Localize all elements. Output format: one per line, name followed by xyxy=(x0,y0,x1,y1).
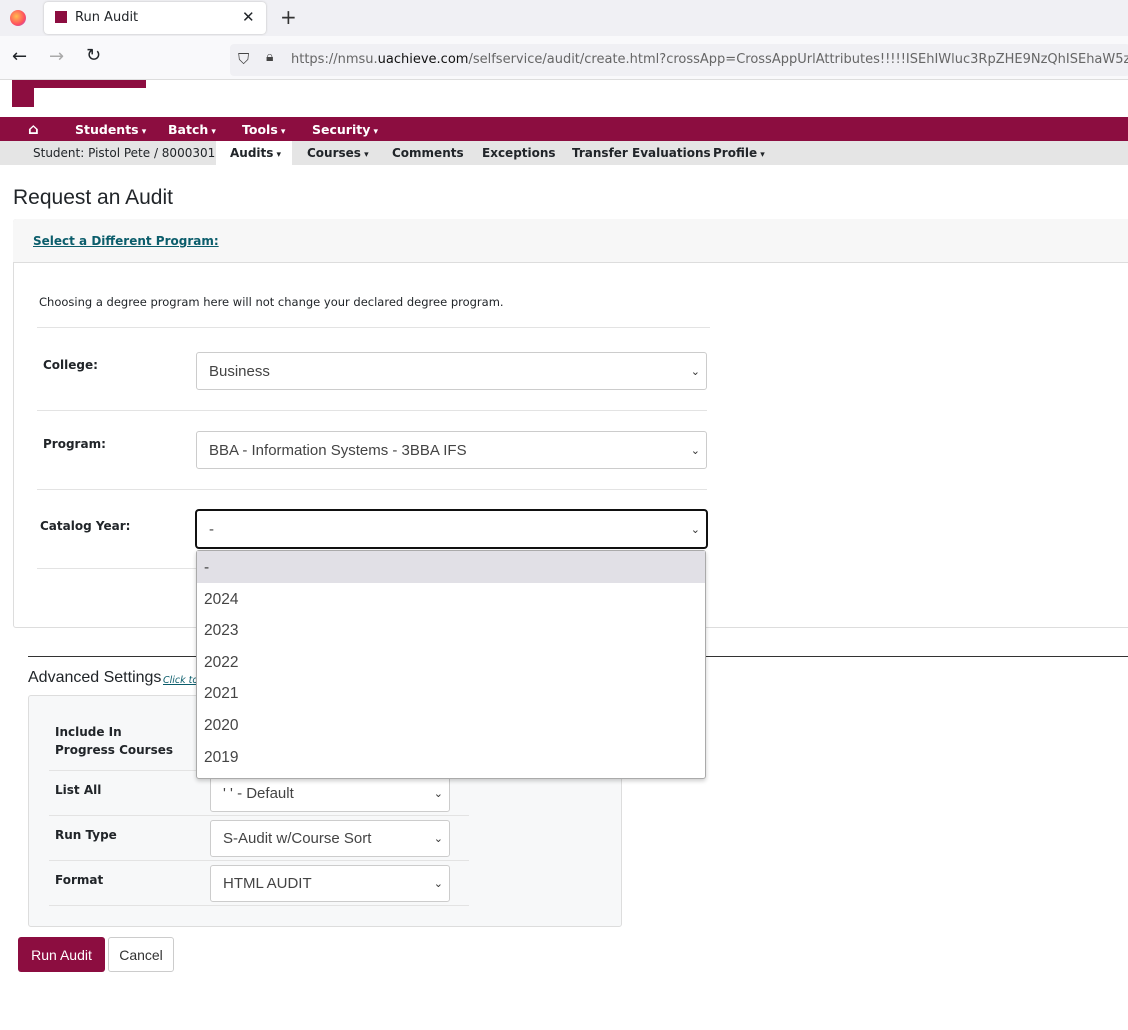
catalog-year-option[interactable]: 2022 xyxy=(197,646,705,678)
url-field[interactable]: ⛉ 🔒︎ https://nmsu.uachieve.com/selfservi… xyxy=(230,44,1128,76)
back-icon[interactable]: ← xyxy=(12,46,27,67)
page-title: Request an Audit xyxy=(13,186,173,209)
divider xyxy=(37,568,197,569)
chevron-down-icon: ⌄ xyxy=(433,833,443,845)
catalog-year-dropdown-list: - 2024 2023 2022 2021 2020 2019 xyxy=(196,550,706,779)
nav-batch[interactable]: Batch xyxy=(168,122,216,137)
catalog-year-option[interactable]: 2024 xyxy=(197,583,705,615)
select-program-link[interactable]: Select a Different Program: xyxy=(33,234,219,248)
catalog-year-value: - xyxy=(209,520,214,538)
run-type-value: S-Audit w/Course Sort xyxy=(223,830,372,847)
catalog-year-option[interactable]: 2023 xyxy=(197,614,705,646)
student-info: Student: Pistol Pete / 800030129 xyxy=(33,146,231,160)
format-value: HTML AUDIT xyxy=(223,875,312,892)
program-label: Program: xyxy=(43,437,106,451)
browser-tab-bar: Run Audit ✕ + xyxy=(0,0,1128,36)
chevron-down-icon: ⌄ xyxy=(433,878,443,890)
sub-nav: Student: Pistol Pete / 800030129 Audits … xyxy=(0,141,1128,165)
tab-profile[interactable]: Profile xyxy=(713,146,765,160)
include-in-progress-label: Include In Progress Courses xyxy=(55,725,174,757)
list-all-label: List All xyxy=(55,783,102,797)
catalog-year-option[interactable]: 2019 xyxy=(197,741,705,773)
divider xyxy=(37,489,707,490)
nmsu-logo-part xyxy=(12,80,34,107)
panel-header: Select a Different Program: xyxy=(13,219,1128,263)
site-favicon xyxy=(55,11,67,23)
catalog-year-select[interactable]: - ⌄ xyxy=(195,509,708,549)
list-all-value: ' ' - Default xyxy=(223,785,294,802)
home-icon[interactable]: ⌂ xyxy=(28,120,39,138)
chevron-down-icon: ⌄ xyxy=(690,523,700,536)
close-tab-icon[interactable]: ✕ xyxy=(242,8,255,26)
chevron-down-icon: ⌄ xyxy=(690,365,700,378)
url-domain: uachieve.com xyxy=(377,52,469,67)
run-type-label: Run Type xyxy=(55,828,117,842)
divider xyxy=(37,327,710,328)
format-label: Format xyxy=(55,873,104,887)
url-prefix: https://nmsu. xyxy=(291,52,378,67)
tab-exceptions[interactable]: Exceptions xyxy=(482,146,556,160)
program-select[interactable]: BBA - Information Systems - 3BBA IFS ⌄ xyxy=(196,431,707,469)
reload-icon[interactable]: ↻ xyxy=(86,45,101,66)
shield-icon: ⛉ xyxy=(238,50,250,68)
format-select[interactable]: HTML AUDIT ⌄ xyxy=(210,865,450,902)
new-tab-icon[interactable]: + xyxy=(280,5,297,29)
chevron-down-icon: ⌄ xyxy=(690,444,700,457)
program-value: BBA - Information Systems - 3BBA IFS xyxy=(209,441,467,459)
program-note: Choosing a degree program here will not … xyxy=(39,295,504,309)
run-type-select[interactable]: S-Audit w/Course Sort ⌄ xyxy=(210,820,450,857)
url-path: /selfservice/audit/create.html?crossApp=… xyxy=(468,52,1128,67)
tab-audits[interactable]: Audits xyxy=(230,146,281,160)
divider xyxy=(49,815,469,816)
tab-transfer-evaluations[interactable]: Transfer Evaluations xyxy=(572,146,711,160)
college-value: Business xyxy=(209,362,270,380)
chevron-down-icon: ⌄ xyxy=(433,788,443,800)
browser-tab[interactable]: Run Audit ✕ xyxy=(44,2,266,34)
advanced-settings-title: Advanced Settings xyxy=(28,669,162,686)
catalog-year-option[interactable]: 2021 xyxy=(197,677,705,709)
catalog-year-label: Catalog Year: xyxy=(40,519,131,533)
advanced-toggle-link[interactable]: Click to xyxy=(163,675,198,686)
main-nav: ⌂ Students Batch Tools Security xyxy=(0,117,1128,141)
list-all-select[interactable]: ' ' - Default ⌄ xyxy=(210,775,450,812)
college-label: College: xyxy=(43,358,98,372)
catalog-year-option[interactable]: - xyxy=(197,551,705,583)
tab-comments[interactable]: Comments xyxy=(392,146,464,160)
cancel-button[interactable]: Cancel xyxy=(108,937,174,972)
nav-tools[interactable]: Tools xyxy=(242,122,285,137)
run-audit-button[interactable]: Run Audit xyxy=(18,937,105,972)
tab-courses[interactable]: Courses xyxy=(307,146,369,160)
catalog-year-option[interactable]: 2020 xyxy=(197,709,705,741)
divider xyxy=(37,410,707,411)
nav-security[interactable]: Security xyxy=(312,122,378,137)
lock-icon: 🔒︎ xyxy=(266,49,274,65)
college-select[interactable]: Business ⌄ xyxy=(196,352,707,390)
firefox-icon[interactable] xyxy=(10,10,26,26)
divider xyxy=(49,905,469,906)
tab-title: Run Audit xyxy=(75,10,139,25)
forward-icon[interactable]: → xyxy=(49,46,64,67)
divider xyxy=(49,860,469,861)
nav-students[interactable]: Students xyxy=(75,122,146,137)
